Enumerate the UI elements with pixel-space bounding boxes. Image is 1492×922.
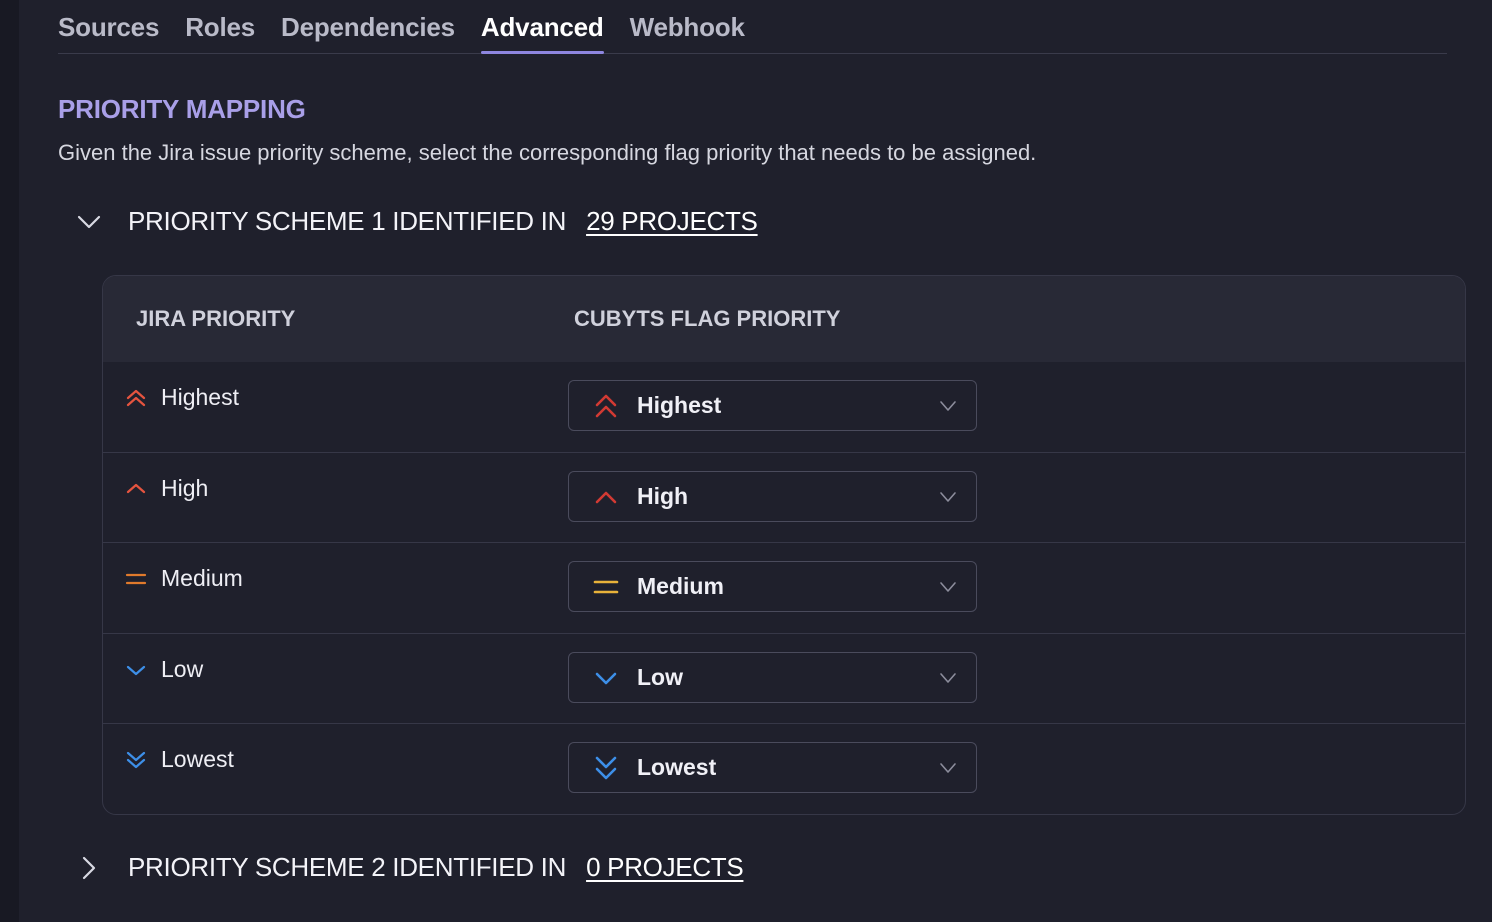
equals-icon (591, 572, 621, 602)
scheme-1-label: PRIORITY SCHEME 1 IDENTIFIED IN (128, 206, 567, 236)
chevron-down-icon[interactable] (76, 209, 102, 235)
tab-roles[interactable]: Roles (185, 0, 255, 53)
flag-priority-value: Medium (637, 573, 724, 599)
equals-icon (125, 568, 147, 590)
tab-advanced[interactable]: Advanced (480, 0, 604, 54)
table-row: Low Low (103, 633, 1465, 723)
flag-priority-value: High (637, 483, 689, 509)
dropdown-caret-icon (938, 396, 958, 416)
chevron-up-icon (125, 478, 147, 500)
scheme-1-projects-link[interactable]: 29 PROJECTS (586, 206, 758, 237)
double-chevron-down-icon (125, 749, 147, 771)
flag-priority-select[interactable]: Highest (568, 380, 977, 431)
section-title: PRIORITY MAPPING (58, 94, 306, 124)
double-chevron-up-icon (591, 391, 621, 421)
chevron-down-icon (591, 663, 621, 693)
scheme-2-projects-link[interactable]: 0 PROJECTS (586, 852, 744, 883)
jira-priority-label: Medium (161, 565, 243, 591)
flag-priority-value: Lowest (637, 754, 717, 780)
flag-priority-value: Low (637, 664, 683, 690)
left-sidebar-edge (0, 0, 19, 922)
scheme-2-label: PRIORITY SCHEME 2 IDENTIFIED IN (128, 852, 567, 882)
table-row: Medium Medium (103, 542, 1465, 632)
scheme-1-header[interactable]: PRIORITY SCHEME 1 IDENTIFIED IN 29 PROJE… (76, 206, 758, 237)
flag-priority-select[interactable]: High (568, 471, 977, 522)
scheme-2-header[interactable]: PRIORITY SCHEME 2 IDENTIFIED IN 0 PROJEC… (76, 852, 744, 883)
table-row: Highest Highest (103, 362, 1465, 452)
dropdown-caret-icon (938, 758, 958, 778)
column-header-jira-priority: JIRA PRIORITY (136, 306, 296, 331)
table-header: JIRA PRIORITY CUBYTS FLAG PRIORITY (103, 276, 1465, 362)
chevron-up-icon (591, 482, 621, 512)
flag-priority-select[interactable]: Low (568, 652, 977, 703)
jira-priority-cell: Medium (125, 565, 243, 592)
chevron-right-icon[interactable] (76, 855, 102, 881)
column-header-flag-priority: CUBYTS FLAG PRIORITY (574, 306, 841, 331)
double-chevron-up-icon (125, 387, 147, 409)
jira-priority-label: Highest (161, 384, 239, 410)
dropdown-caret-icon (938, 487, 958, 507)
chevron-down-icon (125, 659, 147, 681)
dropdown-caret-icon (938, 668, 958, 688)
priority-mapping-table: JIRA PRIORITY CUBYTS FLAG PRIORITY Highe… (102, 275, 1466, 815)
flag-priority-select[interactable]: Medium (568, 561, 977, 612)
tab-bar: Sources Roles Dependencies Advanced Webh… (58, 0, 1447, 54)
jira-priority-cell: Highest (125, 384, 239, 411)
double-chevron-down-icon (591, 753, 621, 783)
section-description: Given the Jira issue priority scheme, se… (58, 140, 1037, 165)
jira-priority-cell: Low (125, 656, 203, 683)
jira-priority-cell: High (125, 475, 208, 502)
jira-priority-label: High (161, 475, 209, 501)
table-row: High High (103, 452, 1465, 542)
tab-webhook[interactable]: Webhook (630, 0, 745, 53)
jira-priority-cell: Lowest (125, 746, 234, 773)
tab-dependencies[interactable]: Dependencies (281, 0, 455, 53)
dropdown-caret-icon (938, 577, 958, 597)
jira-priority-label: Lowest (161, 746, 234, 772)
tab-sources[interactable]: Sources (58, 0, 159, 53)
flag-priority-select[interactable]: Lowest (568, 742, 977, 793)
table-row: Lowest Lowest (103, 723, 1465, 813)
flag-priority-value: Highest (637, 392, 722, 418)
jira-priority-label: Low (161, 656, 204, 682)
